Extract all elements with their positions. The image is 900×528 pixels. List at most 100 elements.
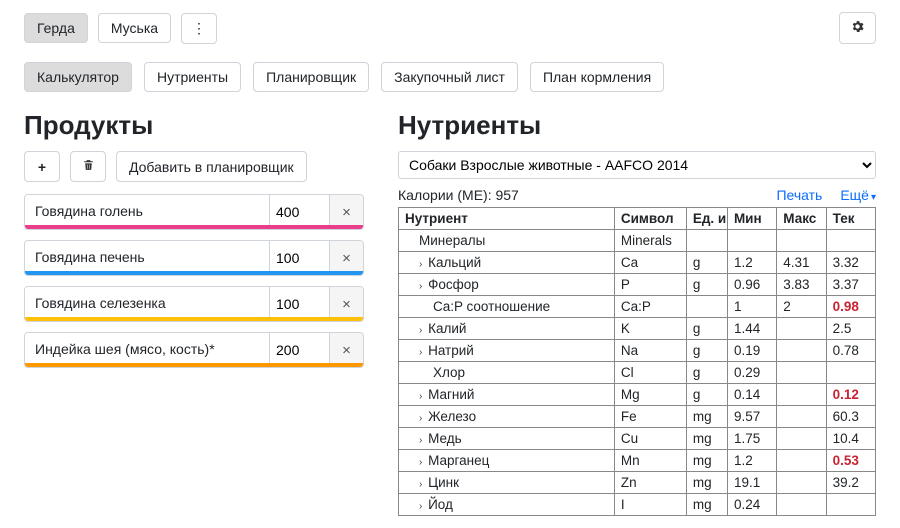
table-row: › КальцийCag1.24.313.32 — [399, 252, 876, 274]
section-tab[interactable]: Нутриенты — [144, 62, 241, 92]
product-name[interactable]: Индейка шея (мясо, кость)* — [25, 333, 269, 367]
trash-icon — [82, 159, 95, 175]
nutrient-max — [777, 340, 826, 362]
product-color-bar — [25, 271, 363, 275]
more-pets-button[interactable]: ⋮ — [181, 13, 217, 44]
settings-button[interactable] — [839, 12, 876, 44]
nutrient-min: 1 — [727, 296, 776, 318]
more-vert-icon: ⋮ — [192, 20, 206, 36]
nutrient-unit: g — [686, 252, 727, 274]
close-icon: × — [342, 204, 351, 221]
section-tab[interactable]: Закупочный лист — [381, 62, 518, 92]
product-remove-button[interactable]: × — [329, 195, 363, 229]
product-qty-input[interactable] — [269, 241, 329, 275]
nutrient-min: 0.96 — [727, 274, 776, 296]
table-header-row: Нутриент Символ Ед. и Мин Макс Тек — [399, 208, 876, 230]
print-link[interactable]: Печать — [776, 187, 822, 203]
nutrient-cur: 60.3 — [826, 406, 875, 428]
chevron-right-icon[interactable]: › — [419, 325, 422, 336]
close-icon: × — [342, 342, 351, 359]
table-row: › КалийKg1.442.5 — [399, 318, 876, 340]
product-qty-input[interactable] — [269, 287, 329, 321]
nutrient-min: 0.19 — [727, 340, 776, 362]
nutrient-symbol: Cl — [614, 362, 686, 384]
add-to-planner-button[interactable]: Добавить в планировщик — [116, 151, 307, 182]
nutrient-unit — [686, 230, 727, 252]
nutrient-max: 2 — [777, 296, 826, 318]
table-row: › МедьCumg1.7510.4 — [399, 428, 876, 450]
nutrient-cur: 0.12 — [826, 384, 875, 406]
nutrient-cur: 2.5 — [826, 318, 875, 340]
chevron-right-icon[interactable]: › — [419, 479, 422, 490]
nutrient-max: 4.31 — [777, 252, 826, 274]
nutrient-unit: mg — [686, 406, 727, 428]
nutrient-max — [777, 230, 826, 252]
nutrient-min — [727, 230, 776, 252]
plus-icon: + — [38, 159, 46, 175]
nutrient-cur: 0.53 — [826, 450, 875, 472]
nutrient-symbol: Mg — [614, 384, 686, 406]
nutrient-symbol: I — [614, 494, 686, 516]
section-tab[interactable]: План кормления — [530, 62, 664, 92]
nutrient-cur: 0.78 — [826, 340, 875, 362]
nutrient-symbol: K — [614, 318, 686, 340]
more-link[interactable]: Ещё▾ — [840, 187, 876, 203]
product-qty-input[interactable] — [269, 333, 329, 367]
table-row: › МагнийMgg0.140.12 — [399, 384, 876, 406]
product-name[interactable]: Говядина печень — [25, 241, 269, 275]
nutrient-unit: g — [686, 274, 727, 296]
product-remove-button[interactable]: × — [329, 333, 363, 367]
nutrient-min: 0.24 — [727, 494, 776, 516]
chevron-right-icon[interactable]: › — [419, 435, 422, 446]
th-cur: Тек — [826, 208, 875, 230]
section-tab[interactable]: Планировщик — [253, 62, 369, 92]
nutrient-symbol: Zn — [614, 472, 686, 494]
pet-tab[interactable]: Муська — [98, 13, 171, 43]
chevron-right-icon[interactable]: › — [419, 391, 422, 402]
table-row: ХлорClg0.29 — [399, 362, 876, 384]
chevron-right-icon[interactable]: › — [419, 413, 422, 424]
product-remove-button[interactable]: × — [329, 241, 363, 275]
more-link-label: Ещё — [840, 187, 869, 203]
nutrient-max — [777, 318, 826, 340]
nutrient-max: 3.83 — [777, 274, 826, 296]
nutrient-cur — [826, 362, 875, 384]
nutrient-name: › Калий — [405, 321, 466, 336]
chevron-right-icon[interactable]: › — [419, 281, 422, 292]
product-color-bar — [25, 317, 363, 321]
product-name[interactable]: Говядина голень — [25, 195, 269, 229]
delete-product-button[interactable] — [70, 151, 106, 182]
chevron-right-icon[interactable]: › — [419, 259, 422, 270]
products-actions: + Добавить в планировщик — [24, 151, 364, 182]
product-qty-input[interactable] — [269, 195, 329, 229]
nutrient-unit: mg — [686, 428, 727, 450]
nutrient-name: Минералы — [405, 233, 485, 248]
nutrient-symbol: Ca:P — [614, 296, 686, 318]
section-tab[interactable]: Калькулятор — [24, 62, 132, 92]
nutrient-name: › Марганец — [405, 453, 489, 468]
th-symbol: Символ — [614, 208, 686, 230]
profile-select[interactable]: Собаки Взрослые животные - AAFCO 2014 — [398, 151, 876, 179]
nutrient-cur — [826, 230, 875, 252]
table-row: › НатрийNag0.190.78 — [399, 340, 876, 362]
nutrients-table: Нутриент Символ Ед. и Мин Макс Тек Минер… — [398, 207, 876, 516]
nutrient-name: › Железо — [405, 409, 476, 424]
nutrient-min: 1.2 — [727, 252, 776, 274]
nutrient-max — [777, 428, 826, 450]
chevron-right-icon[interactable]: › — [419, 347, 422, 358]
product-name[interactable]: Говядина селезенка — [25, 287, 269, 321]
pet-tab[interactable]: Герда — [24, 13, 88, 43]
nutrient-max — [777, 494, 826, 516]
nutrient-min: 1.75 — [727, 428, 776, 450]
nutrient-cur: 3.32 — [826, 252, 875, 274]
product-remove-button[interactable]: × — [329, 287, 363, 321]
add-product-button[interactable]: + — [24, 151, 60, 182]
close-icon: × — [342, 250, 351, 267]
chevron-right-icon[interactable]: › — [419, 457, 422, 468]
nutrient-cur — [826, 494, 875, 516]
nutrient-name: Хлор — [405, 365, 465, 380]
nutrient-max — [777, 450, 826, 472]
gear-icon — [850, 21, 865, 37]
nutrient-cur: 39.2 — [826, 472, 875, 494]
chevron-right-icon[interactable]: › — [419, 501, 422, 512]
